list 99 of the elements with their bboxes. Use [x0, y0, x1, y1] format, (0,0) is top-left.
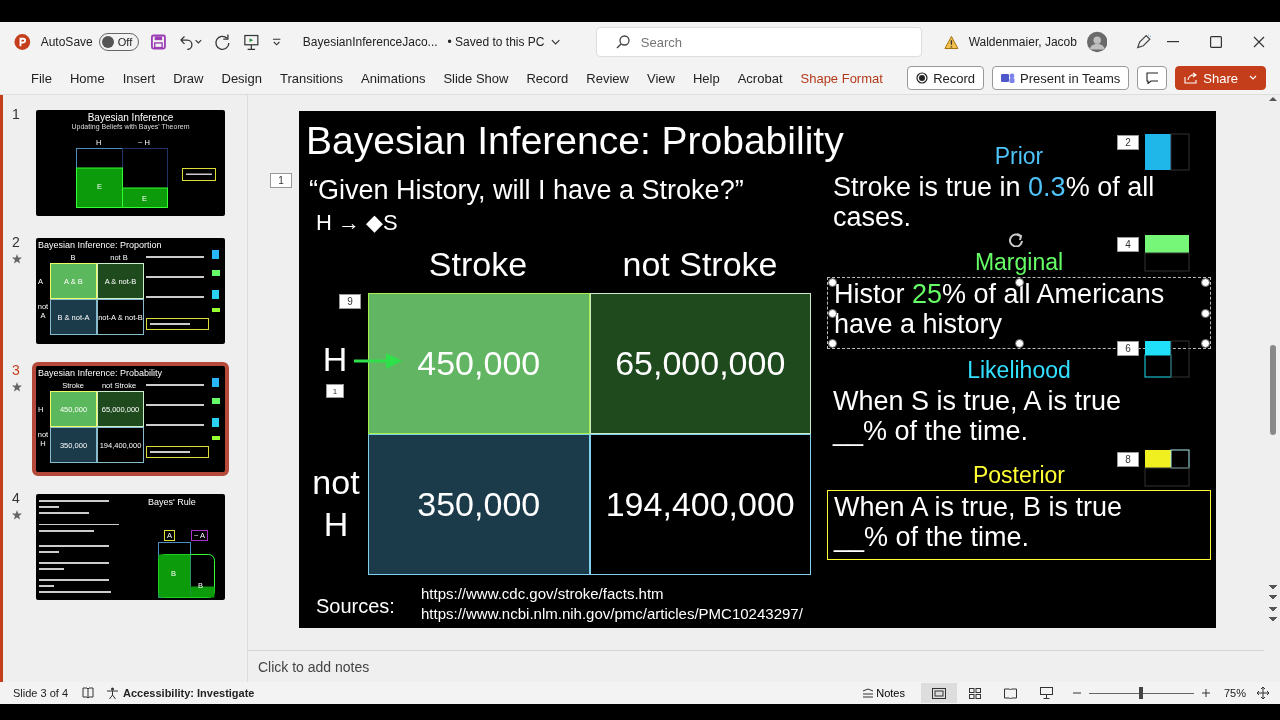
ribbon-tab[interactable]: Acrobat: [728, 70, 792, 86]
pen-icon[interactable]: [1135, 33, 1152, 51]
ribbon-tab[interactable]: Animations: [352, 70, 435, 86]
teams-icon: [1001, 72, 1016, 84]
notes-icon: [862, 688, 875, 698]
accessibility-icon[interactable]: [106, 686, 120, 700]
ribbon-tab[interactable]: Home: [60, 70, 114, 86]
animation-tag: 4: [1117, 237, 1139, 252]
ribbon-tab[interactable]: Insert: [113, 70, 165, 86]
zoom-level[interactable]: 75%: [1223, 687, 1246, 699]
table-cell: 65,000,000: [589, 293, 811, 434]
slide-number: 4: [12, 490, 21, 506]
animation-star-icon: [12, 254, 22, 264]
section-heading: Likelihood: [967, 356, 1071, 385]
table-cell: 450,000: [368, 293, 590, 434]
search-field[interactable]: Search: [595, 27, 922, 57]
slide-question: “Given History, will I have a Stroke?”: [309, 175, 744, 206]
save-status[interactable]: • Saved to this PC: [447, 35, 545, 49]
caret-icon[interactable]: [1249, 75, 1257, 81]
implication-text: H → ◆S: [316, 210, 398, 236]
column-header: not Stroke: [621, 245, 779, 284]
chevron-icon[interactable]: [550, 38, 560, 46]
slide-number: 2: [12, 234, 21, 250]
ribbon-tab[interactable]: Shape Format: [791, 70, 892, 86]
ribbon-tab[interactable]: Record: [517, 70, 578, 86]
undo-icon[interactable]: [178, 34, 203, 50]
ribbon-tab[interactable]: Draw: [164, 70, 213, 86]
accessibility-status[interactable]: Accessibility: Investigate: [123, 687, 255, 699]
thumbnail-title: Bayesian Inference: Proportion: [37, 240, 163, 250]
table-cell: 350,000: [368, 434, 590, 575]
slide-number: 1: [12, 106, 21, 122]
animation-tag: 9: [339, 294, 361, 309]
proportion-icon: [1144, 234, 1190, 272]
share-button[interactable]: Share: [1175, 66, 1266, 90]
section-heading: Marginal: [974, 248, 1064, 277]
statement-text: When S is true, A is true __% of the time.: [831, 385, 1123, 448]
animation-tag: 6: [1117, 341, 1139, 356]
sources-label: Sources:: [316, 595, 395, 618]
warning-icon: [943, 34, 959, 50]
animation-tag: 8: [1117, 452, 1139, 467]
maximize-icon[interactable]: [1210, 36, 1222, 48]
table-cell: 194,400,000: [589, 434, 811, 575]
ribbon-tab[interactable]: Transitions: [270, 70, 353, 86]
avatar[interactable]: [1086, 31, 1108, 53]
rotate-handle-icon[interactable]: [1007, 233, 1025, 247]
spellcheck-icon[interactable]: [82, 687, 95, 699]
animation-tag: 1: [270, 173, 292, 188]
ribbon-tab[interactable]: Help: [683, 70, 729, 86]
ribbon-tab[interactable]: Slide Show: [434, 70, 518, 86]
record-button[interactable]: Record: [907, 66, 985, 90]
answer-box[interactable]: When A is true, B is true __% of the time.: [827, 490, 1211, 560]
zoom-out-icon[interactable]: [1072, 689, 1081, 697]
powerpoint-logo: [14, 33, 31, 51]
normal-view-icon[interactable]: [920, 683, 957, 703]
bayes-diagram-drawing: [158, 542, 215, 598]
proportion-icon: [1144, 340, 1190, 378]
customize-icon[interactable]: [271, 37, 281, 47]
comment-button[interactable]: [1137, 66, 1168, 90]
ribbon-tab[interactable]: Review: [577, 70, 638, 86]
row-header: not H: [311, 462, 361, 545]
thumbnail-title: Bayes' Rule: [148, 497, 196, 507]
animation-tag: 1: [326, 384, 344, 398]
ribbon-tab[interactable]: View: [638, 70, 684, 86]
ribbon-tab[interactable]: Design: [212, 70, 271, 86]
arrow-icon: [354, 353, 402, 369]
record-icon: [916, 72, 929, 84]
comment-icon: [1146, 72, 1159, 84]
slide-number: 3: [12, 362, 21, 378]
share-icon: [1184, 72, 1199, 84]
statement-text: Stroke is true in 0.3% of all cases.: [832, 171, 1156, 233]
thumbnail-title: Bayesian Inference: Probability: [37, 368, 164, 378]
minimize-icon[interactable]: [1167, 41, 1180, 43]
zoom-in-icon[interactable]: [1201, 689, 1210, 697]
notes-button[interactable]: Notes: [856, 686, 911, 700]
column-header: Stroke: [427, 245, 529, 284]
redo-icon[interactable]: [214, 33, 231, 51]
file-name[interactable]: BayesianInferenceJaco...: [302, 35, 438, 49]
animation-star-icon: [12, 510, 22, 520]
source-link[interactable]: https://www.cdc.gov/stroke/facts.htm: [421, 585, 664, 602]
animation-star-icon: [12, 382, 22, 392]
formula-box-icon: [182, 168, 216, 181]
close-icon[interactable]: [1252, 36, 1265, 48]
slide-counter: Slide 3 of 4: [13, 687, 69, 699]
present-in-teams-button[interactable]: Present in Teams: [992, 66, 1130, 90]
user-name[interactable]: Waldenmaier, Jacob: [968, 35, 1077, 49]
ribbon-tab[interactable]: File: [22, 70, 61, 86]
thumbnail-title: Bayesian Inference: [87, 112, 174, 123]
slide-title: Bayesian Inference: Probability: [306, 119, 844, 163]
fit-to-window-icon[interactable]: [1256, 686, 1270, 700]
row-header: H: [321, 339, 349, 380]
section-heading: Posterior: [972, 461, 1065, 490]
proportion-icon: [1144, 449, 1190, 487]
save-icon[interactable]: [151, 34, 167, 50]
source-link[interactable]: https://www.ncbi.nlm.nih.gov/pmc/articles/PMC10243297/: [421, 605, 803, 622]
proportion-icon: [1144, 133, 1190, 171]
animation-tag: 2: [1117, 135, 1139, 150]
section-heading: Prior: [994, 142, 1044, 171]
presenter-icon[interactable]: [242, 33, 260, 51]
autosave-label: AutoSave: [40, 35, 93, 49]
